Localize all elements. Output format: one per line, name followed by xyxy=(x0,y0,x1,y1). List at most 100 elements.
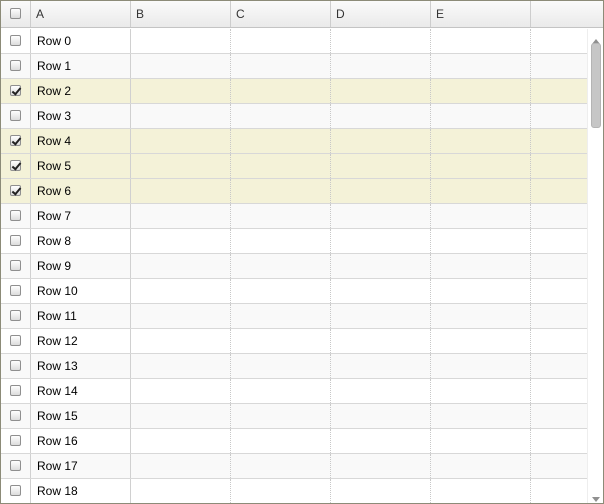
cell-e[interactable] xyxy=(431,254,531,278)
row-checkbox[interactable] xyxy=(10,35,21,46)
cell-c[interactable] xyxy=(231,254,331,278)
cell-a[interactable]: Row 8 xyxy=(31,229,131,253)
row-checkbox[interactable] xyxy=(10,110,21,121)
cell-a[interactable]: Row 11 xyxy=(31,304,131,328)
row-select-cell[interactable] xyxy=(1,154,31,178)
cell-e[interactable] xyxy=(431,479,531,503)
cell-e[interactable] xyxy=(431,304,531,328)
cell-d[interactable] xyxy=(331,204,431,228)
column-header-c[interactable]: C xyxy=(231,1,331,27)
table-row[interactable]: Row 9 xyxy=(1,254,587,279)
cell-c[interactable] xyxy=(231,179,331,203)
cell-b[interactable] xyxy=(131,379,231,403)
cell-e[interactable] xyxy=(431,329,531,353)
cell-e[interactable] xyxy=(431,154,531,178)
cell-a[interactable]: Row 17 xyxy=(31,454,131,478)
cell-b[interactable] xyxy=(131,404,231,428)
cell-e[interactable] xyxy=(431,354,531,378)
row-select-cell[interactable] xyxy=(1,304,31,328)
table-row[interactable]: Row 17 xyxy=(1,454,587,479)
cell-c[interactable] xyxy=(231,54,331,78)
cell-d[interactable] xyxy=(331,29,431,53)
table-row[interactable]: Row 7 xyxy=(1,204,587,229)
cell-b[interactable] xyxy=(131,104,231,128)
cell-d[interactable] xyxy=(331,104,431,128)
table-row[interactable]: Row 5 xyxy=(1,154,587,179)
cell-d[interactable] xyxy=(331,254,431,278)
cell-e[interactable] xyxy=(431,429,531,453)
cell-c[interactable] xyxy=(231,304,331,328)
row-checkbox[interactable] xyxy=(10,435,21,446)
cell-b[interactable] xyxy=(131,254,231,278)
cell-c[interactable] xyxy=(231,204,331,228)
cell-e[interactable] xyxy=(431,129,531,153)
row-checkbox[interactable] xyxy=(10,285,21,296)
table-row[interactable]: Row 11 xyxy=(1,304,587,329)
row-select-cell[interactable] xyxy=(1,29,31,53)
row-select-cell[interactable] xyxy=(1,429,31,453)
cell-a[interactable]: Row 4 xyxy=(31,129,131,153)
row-select-cell[interactable] xyxy=(1,104,31,128)
cell-a[interactable]: Row 10 xyxy=(31,279,131,303)
cell-b[interactable] xyxy=(131,354,231,378)
cell-a[interactable]: Row 7 xyxy=(31,204,131,228)
cell-e[interactable] xyxy=(431,379,531,403)
row-checkbox[interactable] xyxy=(10,385,21,396)
cell-d[interactable] xyxy=(331,354,431,378)
row-select-cell[interactable] xyxy=(1,204,31,228)
row-checkbox[interactable] xyxy=(10,310,21,321)
cell-a[interactable]: Row 9 xyxy=(31,254,131,278)
table-row[interactable]: Row 16 xyxy=(1,429,587,454)
cell-c[interactable] xyxy=(231,454,331,478)
cell-c[interactable] xyxy=(231,479,331,503)
cell-a[interactable]: Row 1 xyxy=(31,54,131,78)
cell-a[interactable]: Row 3 xyxy=(31,104,131,128)
table-row[interactable]: Row 2 xyxy=(1,79,587,104)
cell-d[interactable] xyxy=(331,329,431,353)
cell-b[interactable] xyxy=(131,179,231,203)
row-select-cell[interactable] xyxy=(1,354,31,378)
table-row[interactable]: Row 15 xyxy=(1,404,587,429)
column-header-e[interactable]: E xyxy=(431,1,531,27)
cell-d[interactable] xyxy=(331,479,431,503)
cell-b[interactable] xyxy=(131,429,231,453)
row-select-cell[interactable] xyxy=(1,379,31,403)
cell-c[interactable] xyxy=(231,129,331,153)
cell-e[interactable] xyxy=(431,404,531,428)
row-select-cell[interactable] xyxy=(1,229,31,253)
row-checkbox[interactable] xyxy=(10,360,21,371)
cell-d[interactable] xyxy=(331,429,431,453)
row-checkbox[interactable] xyxy=(10,210,21,221)
cell-a[interactable]: Row 0 xyxy=(31,29,131,53)
row-select-cell[interactable] xyxy=(1,404,31,428)
column-header-a[interactable]: A xyxy=(31,1,131,27)
cell-b[interactable] xyxy=(131,329,231,353)
scrollbar-thumb[interactable] xyxy=(591,43,601,128)
cell-a[interactable]: Row 15 xyxy=(31,404,131,428)
table-row[interactable]: Row 13 xyxy=(1,354,587,379)
table-row[interactable]: Row 18 xyxy=(1,479,587,503)
grid-body[interactable]: Row 0 Row 1 Row 2 Row 3 Row 4 Row 5 Row 6 Row 7… xyxy=(1,29,587,503)
cell-b[interactable] xyxy=(131,304,231,328)
scroll-down-button[interactable] xyxy=(588,489,603,502)
cell-b[interactable] xyxy=(131,229,231,253)
cell-d[interactable] xyxy=(331,79,431,103)
row-checkbox[interactable] xyxy=(10,485,21,496)
row-select-cell[interactable] xyxy=(1,129,31,153)
vertical-scrollbar[interactable] xyxy=(587,29,603,503)
cell-b[interactable] xyxy=(131,479,231,503)
row-checkbox[interactable] xyxy=(10,160,21,171)
cell-e[interactable] xyxy=(431,79,531,103)
row-checkbox[interactable] xyxy=(10,85,21,96)
cell-d[interactable] xyxy=(331,454,431,478)
cell-c[interactable] xyxy=(231,229,331,253)
table-row[interactable]: Row 3 xyxy=(1,104,587,129)
cell-a[interactable]: Row 16 xyxy=(31,429,131,453)
row-select-cell[interactable] xyxy=(1,454,31,478)
row-checkbox[interactable] xyxy=(10,260,21,271)
cell-d[interactable] xyxy=(331,179,431,203)
cell-b[interactable] xyxy=(131,454,231,478)
cell-a[interactable]: Row 14 xyxy=(31,379,131,403)
select-all-checkbox[interactable] xyxy=(10,8,21,19)
cell-a[interactable]: Row 5 xyxy=(31,154,131,178)
